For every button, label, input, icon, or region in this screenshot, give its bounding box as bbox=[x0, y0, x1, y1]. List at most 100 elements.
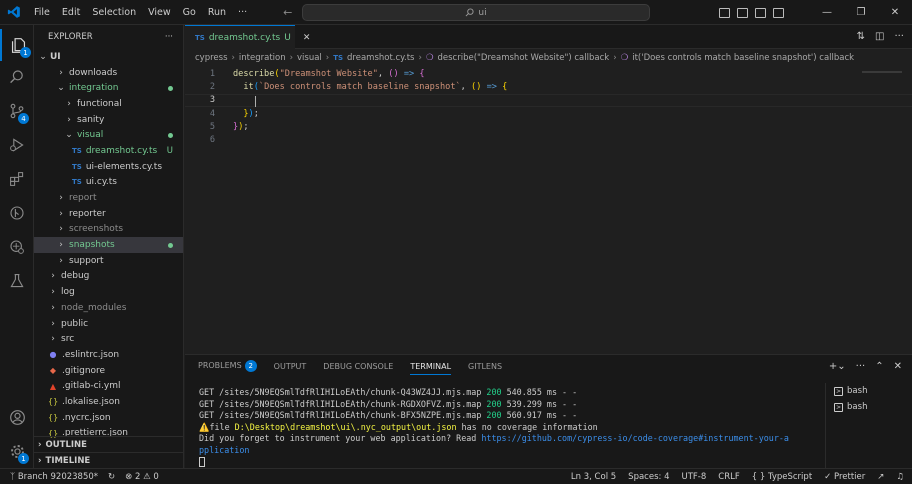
accounts-activity[interactable] bbox=[0, 401, 34, 433]
line-ending[interactable]: CRLF bbox=[718, 472, 739, 482]
folder-item[interactable]: › log bbox=[34, 284, 183, 300]
run-debug-activity[interactable] bbox=[0, 129, 34, 161]
tree-item-label: debug bbox=[61, 271, 90, 282]
file-item[interactable]: {} .lokalise.json bbox=[34, 394, 183, 410]
close-window-icon[interactable]: ✕ bbox=[878, 7, 912, 18]
search-activity[interactable] bbox=[0, 61, 34, 93]
tab-gitlens[interactable]: GITLENS bbox=[468, 362, 502, 371]
encoding[interactable]: UTF-8 bbox=[681, 472, 706, 482]
indentation[interactable]: Spaces: 4 bbox=[628, 472, 669, 482]
menu-file[interactable]: File bbox=[28, 7, 56, 18]
timeline-title: TIMELINE bbox=[45, 455, 91, 466]
folder-item[interactable]: › report bbox=[34, 190, 183, 206]
maximize-panel-icon[interactable]: ⌃ bbox=[875, 361, 883, 372]
tab-problems[interactable]: PROBLEMS 2 bbox=[198, 360, 257, 372]
symbol-method-icon: ❍ bbox=[425, 53, 434, 63]
folder-item[interactable]: › sanity bbox=[34, 112, 183, 128]
new-terminal-icon[interactable]: +⌄ bbox=[829, 361, 846, 372]
remote-explorer-activity[interactable] bbox=[0, 231, 34, 263]
file-item[interactable]: TS dreamshot.cy.ts U bbox=[34, 143, 183, 159]
toggle-secondary-sidebar-icon[interactable] bbox=[755, 7, 766, 18]
menu-go[interactable]: Go bbox=[177, 7, 202, 18]
menu-run[interactable]: Run bbox=[202, 7, 232, 18]
folder-item[interactable]: › node_modules bbox=[34, 300, 183, 316]
file-item[interactable]: TS ui.cy.ts bbox=[34, 175, 183, 191]
chevron-right-icon: › bbox=[51, 271, 55, 282]
folder-item[interactable]: › snapshots bbox=[34, 237, 183, 253]
branch-status[interactable]: ᛉ Branch 92023850* bbox=[10, 472, 98, 482]
bell-icon[interactable]: ♫ bbox=[896, 472, 904, 482]
more-actions-icon[interactable]: ··· bbox=[165, 32, 173, 42]
scm-badge: 4 bbox=[18, 113, 29, 124]
terminal-instance[interactable]: > bash bbox=[826, 383, 912, 399]
menu-view[interactable]: View bbox=[142, 7, 177, 18]
terminal-instance[interactable]: > bash bbox=[826, 399, 912, 415]
file-item[interactable]: TS ui-elements.cy.ts bbox=[34, 159, 183, 175]
menu-edit[interactable]: Edit bbox=[56, 7, 86, 18]
customize-layout-icon[interactable] bbox=[773, 7, 784, 18]
folder-item[interactable]: › downloads bbox=[34, 65, 183, 81]
folder-item[interactable]: › src bbox=[34, 331, 183, 347]
outline-section[interactable]: › OUTLINE bbox=[34, 436, 183, 452]
terminal-link[interactable]: https://github.com/cypress-io/code-cover… bbox=[481, 433, 789, 443]
breadcrumb-item[interactable]: integration bbox=[239, 53, 286, 63]
folder-item[interactable]: › functional bbox=[34, 96, 183, 112]
language-mode[interactable]: { } TypeScript bbox=[752, 472, 812, 482]
terminal-text: Did you forget to instrument your web ap… bbox=[199, 433, 482, 443]
sync-icon[interactable]: ↻ bbox=[108, 472, 115, 482]
more-actions-icon[interactable]: ··· bbox=[894, 31, 904, 42]
problems-status[interactable]: ⊗ 2 ⚠ 0 bbox=[125, 472, 159, 482]
file-item[interactable]: ◆ .gitignore bbox=[34, 363, 183, 379]
folder-item[interactable]: › public bbox=[34, 316, 183, 332]
line-number: 4 bbox=[209, 108, 215, 119]
back-arrow-icon[interactable]: ← bbox=[283, 6, 292, 19]
folder-item[interactable]: ⌄ integration bbox=[34, 80, 183, 96]
feedback-icon[interactable]: ↗ bbox=[877, 472, 884, 482]
tab-terminal[interactable]: TERMINAL bbox=[410, 362, 452, 375]
vscode-logo-icon bbox=[0, 0, 28, 25]
folder-item[interactable]: › reporter bbox=[34, 206, 183, 222]
cursor-position[interactable]: Ln 3, Col 5 bbox=[571, 472, 616, 482]
split-editor-icon[interactable]: ◫ bbox=[875, 31, 884, 42]
file-item[interactable]: ● .eslintrc.json bbox=[34, 347, 183, 363]
tab-dreamshot[interactable]: TS dreamshot.cy.ts U ✕ bbox=[185, 25, 310, 49]
breadcrumb-item[interactable]: it('Does controls match baseline snapsho… bbox=[632, 53, 854, 63]
explorer-activity[interactable]: 1 bbox=[0, 29, 34, 61]
folder-item[interactable]: ⌄ visual bbox=[34, 127, 183, 143]
gitlens-activity[interactable] bbox=[0, 197, 34, 229]
tab-output[interactable]: OUTPUT bbox=[274, 362, 307, 371]
breadcrumb-item[interactable]: dreamshot.cy.ts bbox=[347, 53, 414, 63]
menu-more[interactable]: ··· bbox=[232, 7, 253, 18]
file-item[interactable]: ▲ .gitlab-ci.yml bbox=[34, 378, 183, 394]
code-editor[interactable]: 1 describe("Dreamshot Website", () => {2 … bbox=[185, 67, 912, 354]
typescript-file-icon: TS bbox=[195, 33, 205, 42]
timeline-section[interactable]: › TIMELINE bbox=[34, 452, 183, 468]
folder-item[interactable]: › debug bbox=[34, 269, 183, 285]
source-control-activity[interactable]: 4 bbox=[0, 95, 34, 127]
file-item[interactable]: {} .nycrc.json bbox=[34, 410, 183, 426]
breadcrumb-item[interactable]: cypress bbox=[195, 53, 228, 63]
menu-selection[interactable]: Selection bbox=[86, 7, 142, 18]
tab-debug-console[interactable]: DEBUG CONSOLE bbox=[323, 362, 393, 371]
breadcrumb-item[interactable]: describe("Dreamshot Website") callback bbox=[438, 53, 610, 63]
close-panel-icon[interactable]: ✕ bbox=[894, 361, 902, 372]
breadcrumb-item[interactable]: visual bbox=[297, 53, 322, 63]
typescript-file-icon: TS bbox=[333, 54, 344, 62]
close-icon[interactable]: ✕ bbox=[303, 33, 311, 43]
minimize-icon[interactable]: — bbox=[810, 7, 844, 18]
toggle-panel-icon[interactable] bbox=[737, 7, 748, 18]
command-center-search[interactable]: ui bbox=[302, 4, 650, 21]
terminal-link[interactable]: pplication bbox=[199, 445, 249, 455]
more-actions-icon[interactable]: ··· bbox=[856, 361, 866, 372]
open-changes-icon[interactable]: ⇅ bbox=[857, 31, 865, 42]
toggle-primary-sidebar-icon[interactable] bbox=[719, 7, 730, 18]
testing-activity[interactable] bbox=[0, 265, 34, 297]
prettier-status[interactable]: ✓ Prettier bbox=[824, 472, 865, 482]
manage-activity[interactable]: 1 bbox=[0, 435, 34, 467]
restore-icon[interactable]: ❐ bbox=[844, 7, 878, 18]
folder-item[interactable]: › support bbox=[34, 253, 183, 269]
terminal-output[interactable]: GET /sites/5N9EQSmlTdfRlIHILoEAth/chunk-… bbox=[199, 387, 819, 468]
extensions-activity[interactable] bbox=[0, 163, 34, 195]
workspace-root[interactable]: ⌄ UI bbox=[34, 49, 183, 65]
folder-item[interactable]: › screenshots bbox=[34, 222, 183, 238]
